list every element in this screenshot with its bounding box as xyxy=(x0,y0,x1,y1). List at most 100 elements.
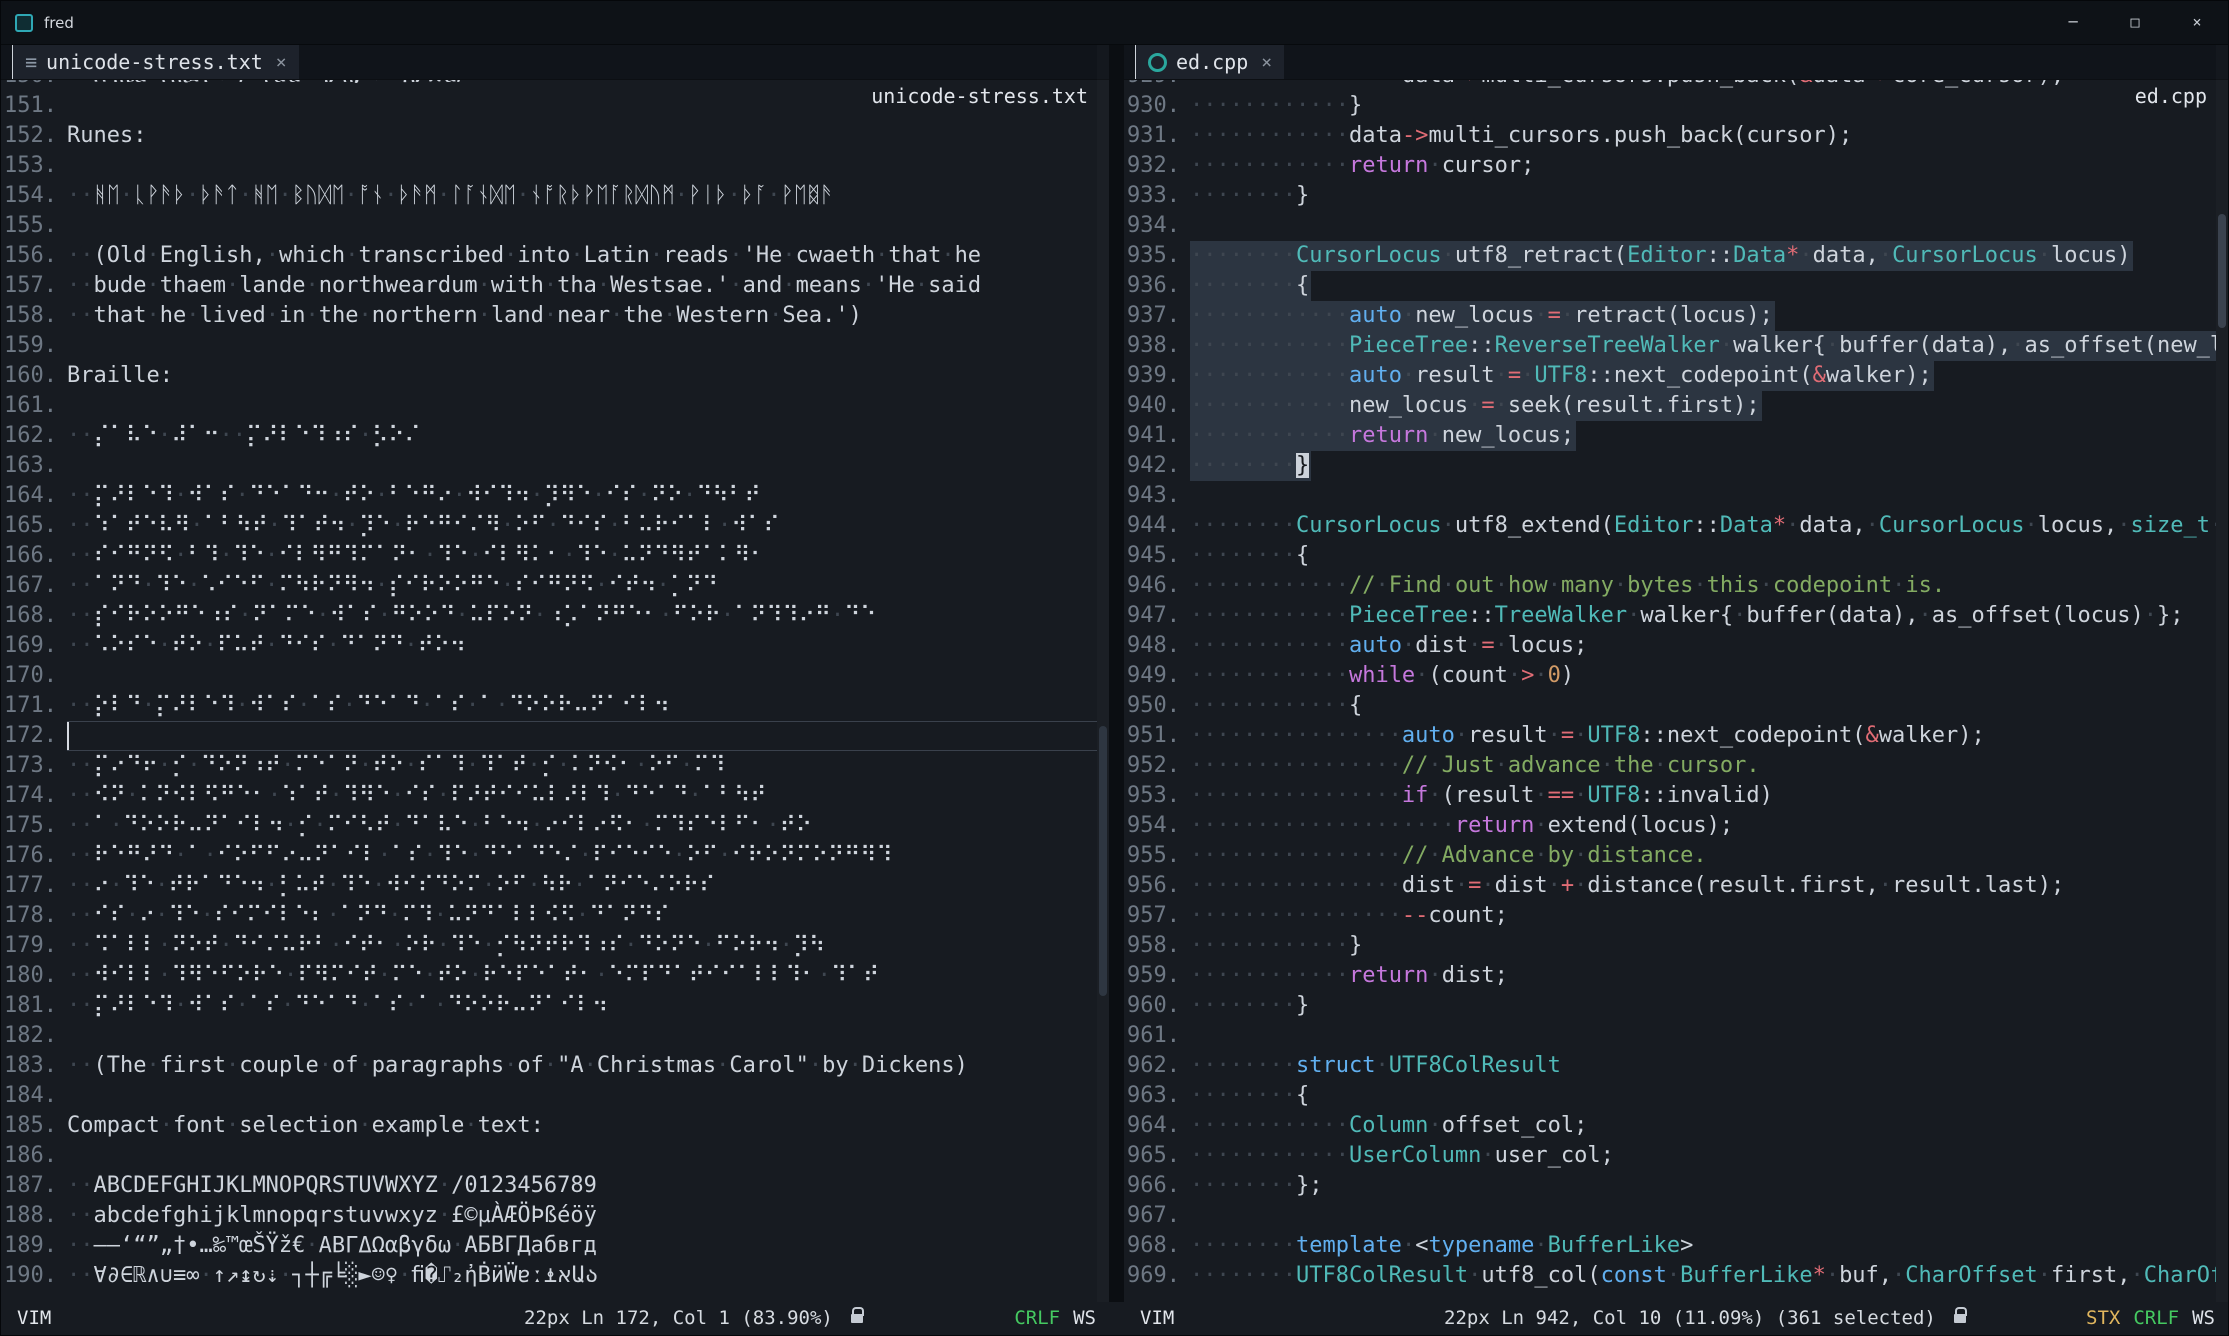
code-line-175[interactable]: 175.··⠁·⠙⠕⠕⠗⠤⠝⠁⠊⠇⠲·⡊·⠍⠊⠣⠞·⠙⠁⠧⠑·⠃⠑⠲·⠔⠊⠇⠔⠫… xyxy=(1,811,1097,841)
code-line-160[interactable]: 160.Braille: xyxy=(1,361,1097,391)
editor-pane-ed-cpp[interactable]: 929.················data->multi_cursors.… xyxy=(1124,44,2228,1302)
code-line-182[interactable]: 182. xyxy=(1,1021,1097,1051)
code-line-957[interactable]: 957.················--count; xyxy=(1124,901,2216,931)
code-line-154[interactable]: 154.··ᚻᛖ·ᚳᚹᚫᚦ·ᚦᚫᛏ·ᚻᛖ·ᛒᚢᛞᛖ·ᚩᚾ·ᚦᚫᛗ·ᛚᚪᚾᛞᛖ·ᚾ… xyxy=(1,181,1097,211)
scrollbar-right[interactable] xyxy=(2216,44,2228,1302)
code-line-167[interactable]: 167.··⠁⠝⠙·⠹⠑·⠡⠊⠑⠋·⠍⠳⠗⠝⠻⠲·⡎⠊⠗⠕⠕⠛⠑·⠎⠊⠛⠝⠫·⠊… xyxy=(1,571,1097,601)
code-line-172[interactable]: 172. xyxy=(1,721,1097,751)
close-button[interactable]: × xyxy=(2166,1,2228,44)
code-line-933[interactable]: 933.········} xyxy=(1124,181,2216,211)
code-line-170[interactable]: 170. xyxy=(1,661,1097,691)
tab-close-icon[interactable]: × xyxy=(1261,52,1272,73)
code-line-934[interactable]: 934. xyxy=(1124,211,2216,241)
code-line-954[interactable]: 954.····················return·extend(lo… xyxy=(1124,811,2216,841)
tab-unicode-stress-txt[interactable]: ≡ unicode-stress.txt × xyxy=(12,44,299,79)
code-line-965[interactable]: 965.············UserColumn·user_col; xyxy=(1124,1141,2216,1171)
code-line-944[interactable]: 944.········CursorLocus·utf8_extend(Edit… xyxy=(1124,511,2216,541)
code-line-962[interactable]: 962.········struct·UTF8ColResult xyxy=(1124,1051,2216,1081)
tab-close-icon[interactable]: × xyxy=(276,52,287,73)
scrollbar-left[interactable] xyxy=(1097,44,1109,1302)
line-number: 172. xyxy=(1,721,57,751)
code-line-967[interactable]: 967. xyxy=(1124,1201,2216,1231)
code-line-959[interactable]: 959.············return·dist; xyxy=(1124,961,2216,991)
code-line-961[interactable]: 961. xyxy=(1124,1021,2216,1051)
code-line-174[interactable]: 174.··⠪⠝·⠅⠝⠪⠇⠫⠛⠑⠂·⠱⠁⠞·⠹⠻⠑·⠊⠎·⠏⠜⠞⠊⠊⠥⠇⠜⠇⠹·… xyxy=(1,781,1097,811)
code-line-157[interactable]: 157.··bude·thaem·lande·northweardum·with… xyxy=(1,271,1097,301)
code-line-159[interactable]: 159. xyxy=(1,331,1097,361)
line-number: 949. xyxy=(1124,661,1180,691)
code-line-938[interactable]: 938.············PieceTree::ReverseTreeWa… xyxy=(1124,331,2216,361)
code-line-963[interactable]: 963.········{ xyxy=(1124,1081,2216,1111)
code-line-943[interactable]: 943. xyxy=(1124,481,2216,511)
code-line-966[interactable]: 966.········}; xyxy=(1124,1171,2216,1201)
code-line-941[interactable]: 941.············return·new_locus; xyxy=(1124,421,2216,451)
code-line-165[interactable]: 165.··⠱⠁⠞⠑⠧⠻·⠁⠃⠳⠞·⠹⠁⠞⠲·⡹⠑·⠗⠑⠛⠊⠌⠻·⠕⠋·⠙⠊⠎·… xyxy=(1,511,1097,541)
code-line-178[interactable]: 178.··⠊⠎·⠔·⠹⠑·⠎⠊⠍⠊⠇⠑⠆·⠁⠝⠙·⠍⠹·⠥⠝⠙⠁⠇⠇⠪⠫·⠙⠁… xyxy=(1,901,1097,931)
code-line-935[interactable]: 935.········CursorLocus·utf8_retract(Edi… xyxy=(1124,241,2216,271)
code-line-951[interactable]: 951.················auto·result·=·UTF8::… xyxy=(1124,721,2216,751)
code-line-163[interactable]: 163. xyxy=(1,451,1097,481)
code-line-180[interactable]: 180.··⠺⠊⠇⠇·⠹⠻⠑⠋⠕⠗⠑·⠏⠻⠍⠊⠞·⠍⠑·⠞⠕·⠗⠑⠏⠑⠁⠞⠂·⠑… xyxy=(1,961,1097,991)
code-line-153[interactable]: 153. xyxy=(1,151,1097,181)
code-line-152[interactable]: 152.Runes: xyxy=(1,121,1097,151)
code-line-185[interactable]: 185.Compact·font·selection·example·text: xyxy=(1,1111,1097,1141)
code-line-946[interactable]: 946.············//·Find·out·how·many·byt… xyxy=(1124,571,2216,601)
code-line-181[interactable]: 181.··⡍⠜⠇⠑⠹·⠺⠁⠎·⠁⠎·⠙⠑⠁⠙·⠁⠎·⠁·⠙⠕⠕⠗⠤⠝⠁⠊⠇⠲ xyxy=(1,991,1097,1021)
code-line-953[interactable]: 953.················if·(result·==·UTF8::… xyxy=(1124,781,2216,811)
code-line-187[interactable]: 187.··ABCDEFGHIJKLMNOPQRSTUVWXYZ·/012345… xyxy=(1,1171,1097,1201)
code-line-189[interactable]: 189.··–—‘“”„†•…‰™œŠŸž€·ΑΒΓΔΩαβγδω·АБВГДа… xyxy=(1,1231,1097,1261)
code-line-156[interactable]: 156.··(Old·English,·which·transcribed·in… xyxy=(1,241,1097,271)
code-line-173[interactable]: 173.··⡍⠔⠙⠖·⡊·⠙⠕⠝⠰⠞·⠍⠑⠁⠝·⠞⠕·⠎⠁⠹·⠹⠁⠞·⡊·⠅⠝⠪… xyxy=(1,751,1097,781)
code-line-968[interactable]: 968.········template·<typename·BufferLik… xyxy=(1124,1231,2216,1261)
pane-divider[interactable] xyxy=(1109,44,1124,1302)
code-line-932[interactable]: 932.············return·cursor; xyxy=(1124,151,2216,181)
scrollbar-thumb[interactable] xyxy=(2218,214,2226,328)
code-line-958[interactable]: 958.············} xyxy=(1124,931,2216,961)
minimize-button[interactable]: ─ xyxy=(2042,1,2104,44)
line-number: 162. xyxy=(1,421,57,451)
code-line-166[interactable]: 166.··⠎⠊⠛⠝⠫·⠃⠹·⠹⠑·⠊⠇⠻⠛⠹⠍⠁⠝⠂·⠹⠑·⠊⠇⠻⠅⠂·⠹⠑·… xyxy=(1,541,1097,571)
tab-ed-cpp[interactable]: ed.cpp × xyxy=(1135,44,1284,79)
code-line-161[interactable]: 161. xyxy=(1,391,1097,421)
code-line-155[interactable]: 155. xyxy=(1,211,1097,241)
status-right-pane: VIM 22px Ln 942, Col 10 (11.09%) (361 se… xyxy=(1124,1302,2228,1335)
code-line-190[interactable]: 190.··∀∂∈ℝ∧∪≡∞·↑↗↨↻⇣·┐┼╔╘░►☺♀·ﬁ�⑀₂ἠḂӥẄɐː… xyxy=(1,1261,1097,1291)
maximize-button[interactable]: □ xyxy=(2104,1,2166,44)
code-line-171[interactable]: 171.··⡕⠇⠙·⡍⠜⠇⠑⠹·⠺⠁⠎·⠁⠎·⠙⠑⠁⠙·⠁⠎·⠁·⠙⠕⠕⠗⠤⠝⠁… xyxy=(1,691,1097,721)
code-line-945[interactable]: 945.········{ xyxy=(1124,541,2216,571)
code-line-168[interactable]: 168.··⡎⠊⠗⠕⠕⠛⠑⠰⠎·⠝⠁⠍⠑·⠺⠁⠎·⠛⠕⠕⠙·⠥⠏⠕⠝·⠰⡡⠁⠝⠛… xyxy=(1,601,1097,631)
code-line-952[interactable]: 952.················//·Just·advance·the·… xyxy=(1124,751,2216,781)
code-line-939[interactable]: 939.············auto·result·=·UTF8::next… xyxy=(1124,361,2216,391)
code-line-158[interactable]: 158.··that·he·lived·in·the·northern·land… xyxy=(1,301,1097,331)
code-line-964[interactable]: 964.············Column·offset_col; xyxy=(1124,1111,2216,1141)
code-line-949[interactable]: 949.············while·(count·>·0) xyxy=(1124,661,2216,691)
code-line-169[interactable]: 169.··⠡⠕⠎⠑·⠞⠕·⠏⠥⠞·⠙⠊⠎·⠙⠁⠝⠙·⠞⠕⠲ xyxy=(1,631,1097,661)
code-line-948[interactable]: 948.············auto·dist·=·locus; xyxy=(1124,631,2216,661)
code-line-956[interactable]: 956.················dist·=·dist·+·distan… xyxy=(1124,871,2216,901)
code-line-960[interactable]: 960.········} xyxy=(1124,991,2216,1021)
code-line-162[interactable]: 162.··⡌⠁⠧⠑·⠼⠁⠒··⡍⠜⠇⠑⠹⠰⠎·⡣⠕⠌ xyxy=(1,421,1097,451)
code-line-930[interactable]: 930.············} xyxy=(1124,91,2216,121)
code-line-940[interactable]: 940.············new_locus·=·seek(result.… xyxy=(1124,391,2216,421)
scrollbar-thumb[interactable] xyxy=(1099,726,1107,996)
code-line-177[interactable]: 177.··⠔·⠹⠑·⠞⠗⠁⠙⠑⠲·⡃⠥⠞·⠹⠑·⠺⠊⠎⠙⠕⠍·⠕⠋·⠳⠗·⠁⠝… xyxy=(1,871,1097,901)
code-line-188[interactable]: 188.··abcdefghijklmnopqrstuvwxyz·£©µÀÆÖÞ… xyxy=(1,1201,1097,1231)
code-line-186[interactable]: 186. xyxy=(1,1141,1097,1171)
code-line-950[interactable]: 950.············{ xyxy=(1124,691,2216,721)
code-line-937[interactable]: 937.············auto·new_locus·=·retract… xyxy=(1124,301,2216,331)
code-line-183[interactable]: 183.··(The·first·couple·of·paragraphs·of… xyxy=(1,1051,1097,1081)
code-area-unicode-stress[interactable]: 150.··እግዜር·የከፈተውን·ጉሮሮ·ሳይዘጋው·አይድርም።151.15… xyxy=(1,61,1097,1291)
code-line-942[interactable]: 942.········} xyxy=(1124,451,2216,481)
code-line-969[interactable]: 969.········UTF8ColResult·utf8_col(const… xyxy=(1124,1261,2216,1291)
titlebar[interactable]: fred ─ □ × xyxy=(1,1,2228,45)
code-line-164[interactable]: 164.··⡍⠜⠇⠑⠹·⠺⠁⠎·⠙⠑⠁⠙⠒·⠞⠕·⠃⠑⠛⠔·⠺⠊⠹⠲·⡹⠻⠑·⠊… xyxy=(1,481,1097,511)
code-line-947[interactable]: 947.············PieceTree::TreeWalker·wa… xyxy=(1124,601,2216,631)
code-line-176[interactable]: 176.··⠗⠑⠛⠜⠙·⠁·⠊⠕⠋⠋⠔⠤⠝⠁⠊⠇·⠁⠎·⠹⠑·⠙⠑⠁⠙⠑⠌·⠏⠊… xyxy=(1,841,1097,871)
code-line-936[interactable]: 936.········{ xyxy=(1124,271,2216,301)
code-line-955[interactable]: 955.················//·Advance·by·distan… xyxy=(1124,841,2216,871)
code-area-ed-cpp[interactable]: 929.················data->multi_cursors.… xyxy=(1124,61,2216,1291)
editor-pane-unicode-stress[interactable]: 150.··እግዜር·የከፈተውን·ጉሮሮ·ሳይዘጋው·አይድርም።151.15… xyxy=(1,44,1109,1302)
code-line-179[interactable]: 179.··⠩⠁⠇⠇·⠝⠕⠞·⠙⠊⠌⠥⠗⠃·⠊⠞⠂·⠕⠗·⠹⠑·⡊⠳⠝⠞⠗⠹⠰⠎… xyxy=(1,931,1097,961)
code-line-931[interactable]: 931.············data->multi_cursors.push… xyxy=(1124,121,2216,151)
code-line-184[interactable]: 184. xyxy=(1,1081,1097,1111)
